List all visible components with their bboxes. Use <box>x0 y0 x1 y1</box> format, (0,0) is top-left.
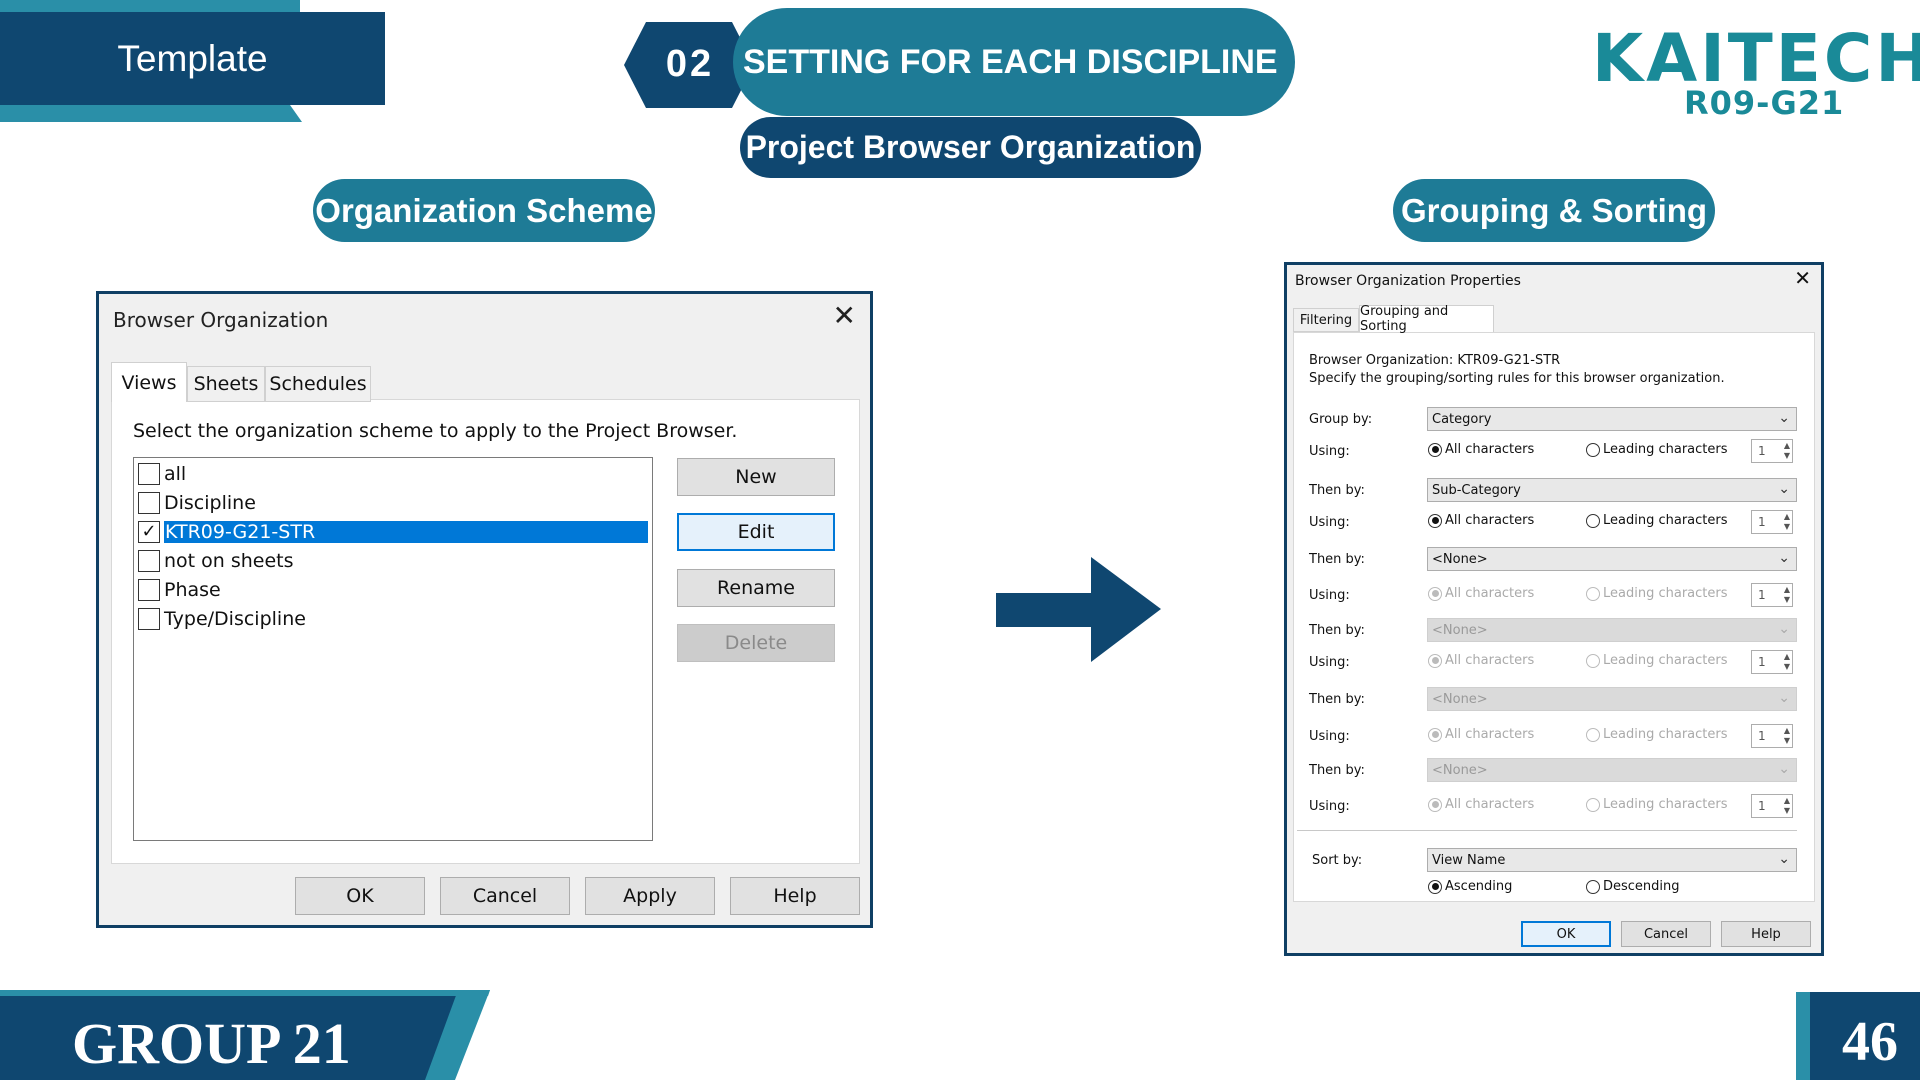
checkbox[interactable] <box>138 491 160 514</box>
dialog-title: Browser Organization <box>113 308 329 332</box>
all-characters-radio: All characters <box>1428 727 1534 742</box>
leading-characters-radio: Leading characters <box>1586 653 1728 668</box>
then-by-dropdown: <None> ⌄ <box>1427 618 1797 642</box>
checkmark-icon: ✓ <box>141 520 157 542</box>
group-label: Then by: <box>1309 692 1365 707</box>
chevron-down-icon: ⌄ <box>1778 481 1790 497</box>
leading-count-stepper: 1 ▲ ▼ <box>1751 724 1793 748</box>
using-label: Using: <box>1309 588 1350 603</box>
browser-organization-properties-dialog: Browser Organization Properties ✕ Filter… <box>1284 262 1824 956</box>
leading-characters-radio[interactable]: Leading characters <box>1586 513 1728 528</box>
then-by-dropdown: <None> ⌄ <box>1427 758 1797 782</box>
all-characters-radio: All characters <box>1428 586 1534 601</box>
list-item[interactable]: not on sheets <box>138 547 648 574</box>
instruction-text: Select the organization scheme to apply … <box>133 420 738 442</box>
list-item[interactable]: Phase <box>138 576 648 603</box>
group-label: GROUP 21 <box>72 1011 351 1076</box>
leading-count-stepper: 1 ▲ ▼ <box>1751 583 1793 607</box>
using-label: Using: <box>1309 444 1350 459</box>
then-by-dropdown[interactable]: Sub-Category ⌄ <box>1427 478 1797 502</box>
chevron-down-icon: ⌄ <box>1778 410 1790 426</box>
logo-code: R09-G21 <box>1684 84 1845 122</box>
checkbox[interactable] <box>138 578 160 601</box>
section-number: 02 <box>665 42 715 85</box>
using-label: Using: <box>1309 799 1350 814</box>
group-label: Then by: <box>1309 763 1365 778</box>
close-icon[interactable]: ✕ <box>833 302 856 330</box>
tab-views[interactable]: Views <box>111 362 187 402</box>
leading-count-stepper[interactable]: 1 ▲ ▼ <box>1751 510 1793 534</box>
leading-count-stepper: 1 ▲ ▼ <box>1751 650 1793 674</box>
edit-button[interactable]: Edit <box>677 513 835 551</box>
chevron-down-icon: ⌄ <box>1778 851 1790 867</box>
leading-characters-radio: Leading characters <box>1586 727 1728 742</box>
then-by-dropdown: <None> ⌄ <box>1427 687 1797 711</box>
browser-organization-dialog: Browser Organization ✕ Views Sheets Sche… <box>96 291 873 928</box>
apply-button[interactable]: Apply <box>585 877 715 915</box>
tab-filtering[interactable]: Filtering <box>1293 308 1359 332</box>
heading-organization-scheme: Organization Scheme <box>313 179 655 242</box>
all-characters-radio[interactable]: All characters <box>1428 513 1534 528</box>
group-label: Group by: <box>1309 412 1373 427</box>
ok-button[interactable]: OK <box>1521 921 1611 947</box>
scheme-list: all Discipline ✓ KTR09-G21-STR not on sh… <box>133 457 653 841</box>
delete-button: Delete <box>677 624 835 662</box>
chevron-down-icon: ⌄ <box>1778 690 1790 706</box>
then-by-dropdown[interactable]: <None> ⌄ <box>1427 547 1797 571</box>
list-item[interactable]: Discipline <box>138 489 648 516</box>
new-button[interactable]: New <box>677 458 835 496</box>
org-name-text: Browser Organization: KTR09-G21-STR <box>1309 353 1561 368</box>
chevron-down-icon: ⌄ <box>1778 761 1790 777</box>
checkbox[interactable] <box>138 607 160 630</box>
divider <box>1297 830 1797 831</box>
tab-schedules[interactable]: Schedules <box>265 366 371 402</box>
close-icon[interactable]: ✕ <box>1794 268 1811 288</box>
rename-button[interactable]: Rename <box>677 569 835 607</box>
leading-characters-radio[interactable]: Leading characters <box>1586 442 1728 457</box>
all-characters-radio[interactable]: All characters <box>1428 442 1534 457</box>
section-title: SETTING FOR EACH DISCIPLINE <box>733 8 1295 116</box>
heading-grouping-sorting: Grouping & Sorting <box>1393 179 1715 242</box>
ok-button[interactable]: OK <box>295 877 425 915</box>
template-label: Template <box>117 37 268 79</box>
cancel-button[interactable]: Cancel <box>440 877 570 915</box>
dialog-title: Browser Organization Properties <box>1295 273 1521 289</box>
leading-count-stepper: 1 ▲ ▼ <box>1751 794 1793 818</box>
page-subtitle: Project Browser Organization <box>740 117 1201 178</box>
tab-grouping-and-sorting[interactable]: Grouping and Sorting <box>1359 304 1494 334</box>
cancel-button[interactable]: Cancel <box>1621 921 1711 947</box>
chevron-down-icon: ⌄ <box>1778 621 1790 637</box>
leading-characters-radio: Leading characters <box>1586 586 1728 601</box>
leading-count-stepper[interactable]: 1 ▲ ▼ <box>1751 439 1793 463</box>
using-label: Using: <box>1309 515 1350 530</box>
sort-by-label: Sort by: <box>1312 853 1363 868</box>
list-item[interactable]: all <box>138 460 648 487</box>
descending-radio[interactable]: Descending <box>1586 879 1680 894</box>
right-arrow-icon <box>996 557 1161 662</box>
description-text: Specify the grouping/sorting rules for t… <box>1309 371 1725 386</box>
leading-characters-radio: Leading characters <box>1586 797 1728 812</box>
group-label: Then by: <box>1309 623 1365 638</box>
using-label: Using: <box>1309 729 1350 744</box>
sort-by-dropdown[interactable]: View Name ⌄ <box>1427 848 1797 872</box>
using-label: Using: <box>1309 655 1350 670</box>
help-button[interactable]: Help <box>730 877 860 915</box>
group-by-dropdown[interactable]: Category ⌄ <box>1427 407 1797 431</box>
chevron-down-icon: ⌄ <box>1778 550 1790 566</box>
list-item-selected[interactable]: ✓ KTR09-G21-STR <box>138 518 648 545</box>
all-characters-radio: All characters <box>1428 653 1534 668</box>
group-label: Then by: <box>1309 483 1365 498</box>
page-number: 46 <box>1842 1011 1898 1073</box>
list-item[interactable]: Type/Discipline <box>138 605 648 632</box>
checkbox[interactable] <box>138 549 160 572</box>
all-characters-radio: All characters <box>1428 797 1534 812</box>
checkbox-checked[interactable]: ✓ <box>138 520 160 543</box>
tab-sheets[interactable]: Sheets <box>187 366 265 402</box>
help-button[interactable]: Help <box>1721 921 1811 947</box>
group-label: Then by: <box>1309 552 1365 567</box>
ascending-radio[interactable]: Ascending <box>1428 879 1512 894</box>
checkbox[interactable] <box>138 462 160 485</box>
